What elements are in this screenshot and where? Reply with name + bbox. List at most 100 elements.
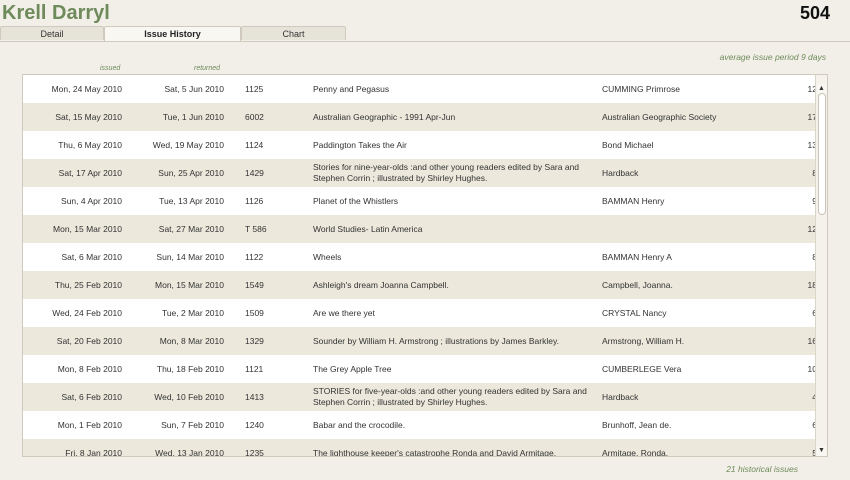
issued-date: Sat, 6 Feb 2010 [61, 392, 123, 402]
issue-days: 6 [763, 411, 817, 439]
column-header-returned: returned [194, 65, 221, 72]
vertical-scrollbar[interactable]: ▲ ▼ [815, 75, 827, 456]
item-author [602, 215, 782, 243]
item-author: Armitage, Ronda. [602, 448, 669, 457]
returned-date: Mon, 8 Mar 2010 [159, 336, 224, 346]
issued-date: Mon, 1 Feb 2010 [57, 420, 122, 430]
tab-chart[interactable]: Chart [241, 26, 346, 40]
item-title: Wheels [313, 251, 342, 262]
issued-date: Sat, 20 Feb 2010 [56, 336, 122, 346]
item-title: The lighthouse keeper's catastrophe Rond… [313, 447, 557, 457]
item-author: Campbell, Joanna. [602, 280, 673, 290]
table-row[interactable]: Mon, 8 Feb 2010 Thu, 18 Feb 2010 1121 The G… [23, 355, 827, 383]
tab-detail[interactable]: Detail [0, 26, 104, 40]
item-id: 1121 [245, 364, 264, 374]
item-id: 1429 [245, 168, 264, 178]
item-author: BAMMAN Henry [602, 196, 665, 206]
table-row[interactable]: Wed, 24 Feb 2010 Tue, 2 Mar 2010 1509 Are w… [23, 299, 827, 327]
item-id: 1413 [245, 392, 264, 402]
table-row[interactable]: Thu, 25 Feb 2010 Mon, 15 Mar 2010 1549 Ashl… [23, 271, 827, 299]
average-issue-period: average issue period 9 days [719, 52, 826, 62]
table-row[interactable]: Mon, 1 Feb 2010 Sun, 7 Feb 2010 1240 Babar … [23, 411, 827, 439]
issue-days: 4 [763, 383, 817, 411]
item-author: Hardback [602, 168, 639, 178]
historical-issues-count: 21 historical issues [726, 464, 798, 474]
returned-date: Sun, 7 Feb 2010 [161, 420, 224, 430]
item-id: 1124 [245, 140, 264, 150]
patron-count: 504 [799, 3, 830, 23]
item-title: Australian Geographic - 1991 Apr-Jun [313, 111, 456, 122]
item-id: 1126 [245, 196, 264, 206]
returned-date: Wed, 13 Jan 2010 [155, 448, 224, 457]
returned-date: Tue, 13 Apr 2010 [159, 196, 224, 206]
issued-date: Fri, 8 Jan 2010 [65, 448, 122, 457]
table-row[interactable]: Sun, 4 Apr 2010 Tue, 13 Apr 2010 1126 Plane… [23, 187, 827, 215]
issued-date: Sat, 17 Apr 2010 [58, 168, 122, 178]
table-row[interactable]: Sat, 20 Feb 2010 Mon, 8 Mar 2010 1329 Sound… [23, 327, 827, 355]
table-row[interactable]: Sat, 17 Apr 2010 Sun, 25 Apr 2010 1429 Stor… [23, 159, 827, 187]
item-author: Brunhoff, Jean de. [602, 420, 672, 430]
tab-bar: Detail Issue History Chart [0, 26, 850, 42]
item-id: 1122 [245, 252, 264, 262]
item-id: 1125 [245, 84, 264, 94]
issue-days: 17 [807, 112, 817, 122]
tab-issue-history[interactable]: Issue History [104, 26, 241, 41]
item-title: Stories for nine-year-olds :and other yo… [313, 162, 580, 183]
issue-days: 6 [763, 299, 817, 327]
arrow-down-icon[interactable]: ▼ [817, 446, 826, 456]
returned-date: Sun, 25 Apr 2010 [158, 168, 224, 178]
item-author: Bond Michael [602, 140, 654, 150]
issue-days: 18 [807, 280, 817, 290]
item-id: 1240 [245, 420, 264, 430]
issued-date: Mon, 8 Feb 2010 [57, 364, 122, 374]
item-author: Armstrong, William H. [602, 336, 685, 346]
issued-date: Sat, 15 May 2010 [55, 112, 122, 122]
item-title: Are we there yet [313, 307, 375, 318]
issue-days: 12 [807, 224, 817, 234]
item-title: Ashleigh's dream Joanna Campbell. [313, 279, 449, 290]
issued-date: Mon, 15 Mar 2010 [53, 224, 122, 234]
issue-days: 8 [763, 243, 817, 271]
returned-date: Sun, 14 Mar 2010 [156, 252, 224, 262]
item-title: STORIES for five-year-olds :and other yo… [313, 386, 587, 407]
table-row[interactable]: Sat, 15 May 2010 Tue, 1 Jun 2010 6002 Austr… [23, 103, 827, 131]
returned-date: Sat, 27 Mar 2010 [158, 224, 224, 234]
item-author: BAMMAN Henry A [602, 252, 672, 262]
item-title: Sounder by William H. Armstrong ; illust… [313, 335, 559, 346]
issued-date: Thu, 25 Feb 2010 [54, 280, 122, 290]
table-row[interactable]: Thu, 6 May 2010 Wed, 19 May 2010 1124 Paddi… [23, 131, 827, 159]
item-title: Paddington Takes the Air [313, 139, 407, 150]
item-author: CUMMING Primrose [602, 84, 680, 94]
issue-days: 13 [807, 140, 817, 150]
scrollbar-thumb[interactable] [818, 93, 826, 215]
issue-days: 16 [807, 336, 817, 346]
item-title: The Grey Apple Tree [313, 363, 392, 374]
returned-date: Thu, 18 Feb 2010 [156, 364, 224, 374]
issued-date: Thu, 6 May 2010 [58, 140, 122, 150]
returned-date: Wed, 19 May 2010 [152, 140, 224, 150]
issue-days: 12 [807, 84, 817, 94]
issue-days: 10 [807, 364, 817, 374]
item-id: T 586 [245, 224, 267, 234]
item-author: CUMBERLEGE Vera [602, 364, 682, 374]
issue-days: 8 [763, 159, 817, 187]
item-title: Babar and the crocodile. [313, 419, 406, 430]
table-row[interactable]: Mon, 15 Mar 2010 Sat, 27 Mar 2010 T 586 Wor… [23, 215, 827, 243]
item-id: 1329 [245, 336, 264, 346]
table-row[interactable]: Sat, 6 Mar 2010 Sun, 14 Mar 2010 1122 Wheel… [23, 243, 827, 271]
item-id: 1509 [245, 308, 264, 318]
returned-date: Tue, 1 Jun 2010 [162, 112, 224, 122]
returned-date: Tue, 2 Mar 2010 [161, 308, 224, 318]
returned-date: Mon, 15 Mar 2010 [155, 280, 224, 290]
item-author: Australian Geographic Society [602, 112, 717, 122]
table-row[interactable]: Sat, 6 Feb 2010 Wed, 10 Feb 2010 1413 STORI… [23, 383, 827, 411]
table-row[interactable]: Mon, 24 May 2010 Sat, 5 Jun 2010 1125 Penny… [23, 75, 827, 103]
item-title: World Studies- Latin America [313, 223, 423, 234]
issued-date: Mon, 24 May 2010 [51, 84, 122, 94]
returned-date: Wed, 10 Feb 2010 [154, 392, 224, 402]
table-row[interactable]: Fri, 8 Jan 2010 Wed, 13 Jan 2010 1235 The l… [23, 439, 827, 457]
issue-days: 9 [763, 187, 817, 215]
patron-name: Krell Darryl [2, 2, 110, 24]
item-title: Penny and Pegasus [313, 83, 390, 94]
issue-history-table[interactable]: Mon, 24 May 2010 Sat, 5 Jun 2010 1125 Penny… [22, 74, 828, 457]
